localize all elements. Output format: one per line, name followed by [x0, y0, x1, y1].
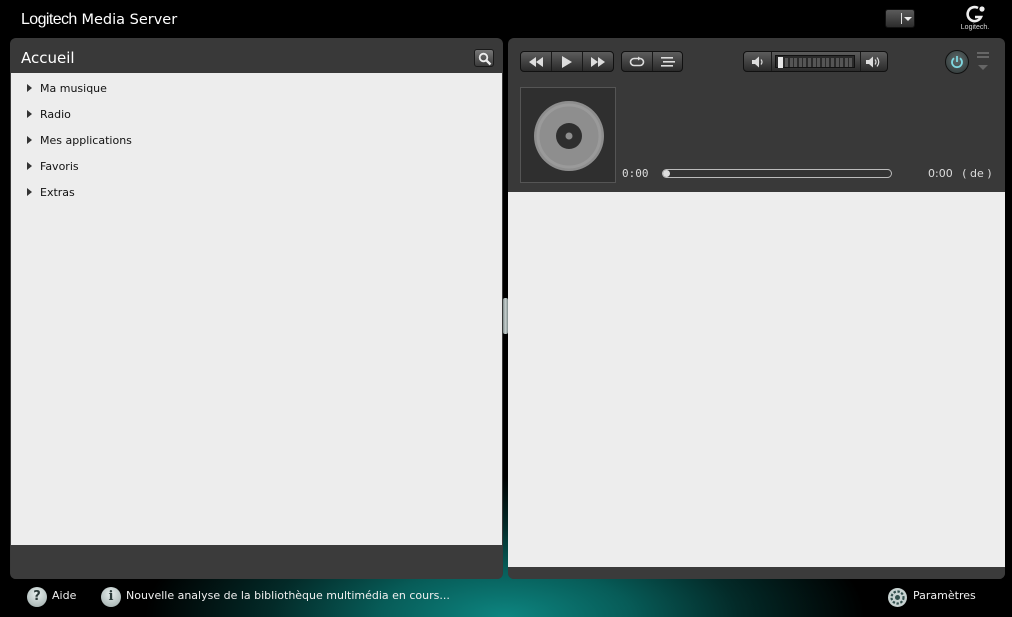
- progress-bar[interactable]: [662, 169, 892, 178]
- logo-text: Logitech.: [960, 24, 990, 31]
- volume-up-button[interactable]: [860, 52, 887, 71]
- volume-segment: [817, 58, 821, 67]
- fast-forward-icon: [591, 56, 605, 67]
- play-button[interactable]: [552, 52, 583, 71]
- volume-slider[interactable]: [772, 52, 860, 71]
- playlist-footer: [508, 567, 1005, 579]
- menu-item-radio[interactable]: Radio: [11, 107, 502, 133]
- rewind-icon: [529, 56, 543, 67]
- volume-segment: [808, 58, 811, 67]
- status-bar: ? Aide i Nouvelle analyse de la biblioth…: [0, 582, 1012, 612]
- previous-button[interactable]: [521, 52, 552, 71]
- chevron-down-icon: [904, 17, 912, 21]
- power-button[interactable]: [945, 50, 969, 74]
- volume-controls: [743, 51, 888, 72]
- transport-controls: [520, 51, 614, 72]
- help-link[interactable]: Aide: [52, 589, 76, 602]
- settings-link[interactable]: Paramètres: [913, 589, 976, 602]
- cd-icon: [534, 101, 604, 171]
- menu-item-favorites[interactable]: Favoris: [11, 159, 502, 185]
- header: Logitech Media Server Logitech.: [0, 0, 1012, 38]
- volume-segment: [803, 58, 807, 67]
- power-icon: [951, 56, 963, 69]
- menu-toggle-icon: [977, 52, 989, 70]
- gear-icon[interactable]: [887, 587, 908, 608]
- playback-mode-controls: [621, 51, 683, 72]
- volume-segment: [821, 58, 825, 67]
- expand-arrow-icon: [27, 84, 32, 92]
- volume-segment: [798, 58, 802, 67]
- elapsed-time: 0:00: [622, 167, 649, 180]
- home-menu: Ma musique Radio Mes applications Favori…: [11, 73, 502, 211]
- brand-product: Media Server: [81, 12, 178, 28]
- volume-segment: [789, 58, 793, 67]
- menu-item-my-music[interactable]: Ma musique: [11, 81, 502, 107]
- info-icon: i: [101, 587, 121, 607]
- volume-segment: [831, 58, 834, 67]
- player-panel: 0:00 0:00 ( de ): [508, 38, 1005, 579]
- browse-panel: Accueil Ma musique Radio Mes application…: [10, 38, 503, 579]
- progress-knob[interactable]: [663, 170, 670, 177]
- volume-track[interactable]: [775, 55, 855, 68]
- separator: [901, 13, 902, 24]
- playlist-area: [508, 192, 1005, 567]
- browse-list: Ma musique Radio Mes applications Favori…: [11, 73, 502, 545]
- repeat-button[interactable]: [622, 52, 653, 71]
- shuffle-button[interactable]: [653, 52, 682, 71]
- menu-item-label: Mes applications: [40, 134, 132, 147]
- menu-item-my-apps[interactable]: Mes applications: [11, 133, 502, 159]
- player-menu-button[interactable]: [975, 51, 991, 73]
- volume-segment: [812, 58, 816, 67]
- repeat-icon: [629, 56, 645, 66]
- menu-item-label: Favoris: [40, 160, 79, 173]
- scan-status-text: Nouvelle analyse de la bibliothèque mult…: [126, 589, 450, 602]
- expand-arrow-icon: [27, 162, 32, 170]
- volume-segment: [840, 58, 844, 67]
- menu-item-extras[interactable]: Extras: [11, 185, 502, 211]
- volume-segment: [826, 58, 830, 67]
- volume-segment: [794, 58, 798, 67]
- volume-segment: [844, 58, 848, 67]
- search-icon: [478, 52, 492, 66]
- logitech-g-icon: [966, 5, 985, 23]
- of-label: ( de ): [962, 167, 992, 180]
- volume-down-button[interactable]: [744, 52, 772, 71]
- menu-item-label: Ma musique: [40, 82, 107, 95]
- album-cover: [520, 87, 616, 183]
- browse-footer: [11, 545, 502, 579]
- shuffle-list-icon: [660, 56, 675, 67]
- player-select-button[interactable]: [885, 9, 915, 28]
- total-time-display: 0:00 ( de ): [928, 167, 992, 180]
- next-button[interactable]: [583, 52, 613, 71]
- help-icon[interactable]: ?: [27, 587, 47, 607]
- search-button[interactable]: [474, 49, 494, 67]
- volume-segment: [785, 58, 788, 67]
- brand-logitech: Logitech: [21, 11, 77, 28]
- logitech-logo: Logitech.: [955, 5, 995, 33]
- volume-segment: [835, 58, 839, 67]
- expand-arrow-icon: [27, 136, 32, 144]
- total-time: 0:00: [928, 167, 953, 180]
- volume-up-icon: [866, 56, 880, 67]
- volume-down-icon: [751, 56, 763, 67]
- menu-item-label: Radio: [40, 108, 71, 121]
- volume-segment: [849, 58, 853, 67]
- page-title: Accueil: [21, 49, 75, 67]
- expand-arrow-icon: [27, 188, 32, 196]
- volume-knob[interactable]: [778, 57, 783, 68]
- app-title: Logitech Media Server: [21, 10, 177, 29]
- play-icon: [562, 55, 572, 68]
- expand-arrow-icon: [27, 110, 32, 118]
- app-window: Logitech Media Server Logitech. Accueil: [0, 0, 1012, 617]
- menu-item-label: Extras: [40, 186, 75, 199]
